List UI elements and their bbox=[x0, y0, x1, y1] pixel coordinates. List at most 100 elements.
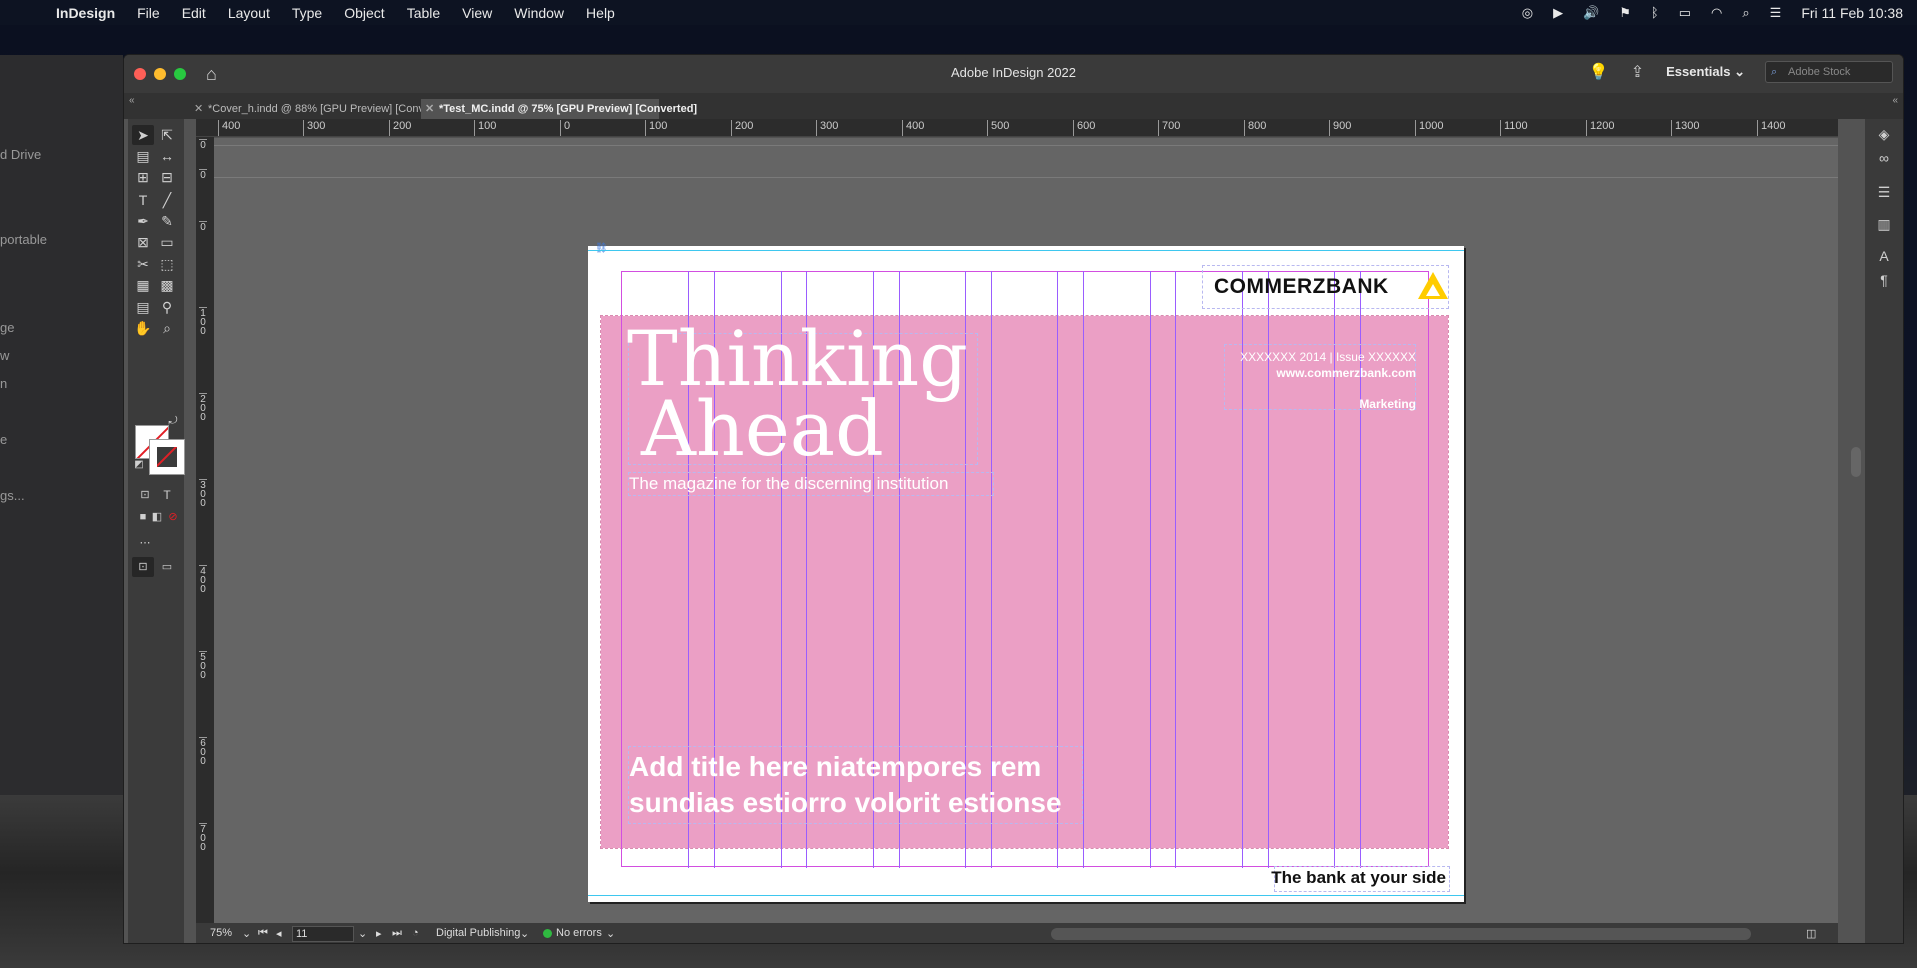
hand-tool-icon[interactable]: ✋ bbox=[132, 318, 154, 338]
type-tool-icon[interactable]: T bbox=[132, 190, 154, 210]
page-tool-icon[interactable]: ▤ bbox=[132, 146, 154, 166]
tab-cover-h[interactable]: ✕ *Cover_h.indd @ 88% [GPU Preview] [Con… bbox=[190, 99, 452, 119]
menu-layout[interactable]: Layout bbox=[228, 5, 270, 21]
frame-grid-icon[interactable]: ⋯ bbox=[134, 533, 156, 553]
sidebar-item[interactable]: d Drive bbox=[0, 147, 41, 162]
vertical-ruler[interactable]: 0 0 0 100 200 300 400 500 600 700 bbox=[196, 137, 214, 923]
maximize-window-button[interactable] bbox=[174, 68, 186, 80]
apply-none-icon[interactable]: ⊘ bbox=[162, 507, 184, 527]
sidebar-item[interactable]: n bbox=[0, 376, 7, 391]
search-icon[interactable]: ⌕ bbox=[1742, 5, 1749, 21]
formatting-text-icon[interactable]: T bbox=[156, 485, 178, 505]
close-window-button[interactable] bbox=[134, 68, 146, 80]
paragraph-icon[interactable]: ¶ bbox=[1875, 271, 1893, 289]
formatting-container-icon[interactable]: ⊡ bbox=[134, 485, 156, 505]
volume-icon[interactable]: 🔊 bbox=[1583, 5, 1599, 21]
direct-selection-tool-icon[interactable]: ⇱ bbox=[156, 125, 178, 145]
preflight-status[interactable]: No errors bbox=[556, 927, 602, 939]
last-page-icon[interactable]: ⏭ bbox=[392, 927, 402, 940]
control-center-icon[interactable]: ☰ bbox=[1770, 5, 1782, 21]
page-chevron-icon[interactable]: ⌄ bbox=[358, 927, 367, 940]
strapline: The bank at your side bbox=[1271, 868, 1446, 887]
swap-fill-stroke-icon[interactable]: ⤾ bbox=[162, 411, 184, 431]
line-tool-icon[interactable]: ╱ bbox=[156, 190, 178, 210]
layers-icon[interactable]: ◈ bbox=[1875, 125, 1893, 143]
share-icon[interactable]: ⇪ bbox=[1631, 62, 1644, 82]
ruler-tick-label: 1400 bbox=[1757, 120, 1785, 136]
content-placer-icon[interactable]: ⊟ bbox=[156, 167, 178, 187]
selection-tool-icon[interactable]: ➤ bbox=[132, 125, 154, 145]
sidebar-item[interactable]: gs... bbox=[0, 488, 25, 503]
play-icon[interactable]: ▶ bbox=[1553, 5, 1563, 21]
menu-edit[interactable]: Edit bbox=[182, 5, 206, 21]
creative-cloud-icon[interactable]: ◎ bbox=[1522, 5, 1533, 21]
flag-icon[interactable]: ⚑ bbox=[1619, 5, 1631, 21]
stroke-swatch[interactable] bbox=[149, 439, 185, 475]
collapse-left-icon[interactable]: « bbox=[129, 95, 135, 106]
normal-view-mode-icon[interactable]: ⊡ bbox=[132, 557, 154, 577]
split-layout-icon[interactable]: ◫ bbox=[1806, 927, 1816, 940]
vertical-scrollbar[interactable] bbox=[1851, 447, 1861, 477]
previous-page-icon[interactable]: ◂ bbox=[276, 927, 282, 940]
document-page[interactable]: ⛓ COMMERZBANK Thinking Ahead The magazin bbox=[588, 243, 1464, 902]
gradient-swatch-tool-icon[interactable]: ▦ bbox=[132, 275, 154, 295]
close-icon[interactable]: ✕ bbox=[194, 99, 203, 119]
adobe-stock-search-input[interactable]: ⌕ Adobe Stock bbox=[1765, 61, 1893, 83]
rectangle-tool-icon[interactable]: ▭ bbox=[156, 232, 178, 252]
tab-label: *Cover_h.indd @ 88% [GPU Preview] [Conve… bbox=[208, 103, 453, 115]
character-icon[interactable]: A bbox=[1875, 247, 1893, 265]
horizontal-scrollbar[interactable] bbox=[1051, 928, 1751, 940]
eyedropper-tool-icon[interactable]: ⚲ bbox=[156, 297, 178, 317]
bluetooth-icon[interactable]: ᛒ bbox=[1651, 5, 1659, 20]
clock[interactable]: Fri 11 Feb 10:38 bbox=[1801, 5, 1903, 21]
scissors-tool-icon[interactable]: ✂ bbox=[132, 254, 154, 274]
menu-file[interactable]: File bbox=[137, 5, 160, 21]
ruler-tick-label: 500 bbox=[987, 120, 1009, 136]
menu-window[interactable]: Window bbox=[514, 5, 564, 21]
menu-help[interactable]: Help bbox=[586, 5, 615, 21]
menu-table[interactable]: Table bbox=[407, 5, 440, 21]
minimize-window-button[interactable] bbox=[154, 68, 166, 80]
horizontal-ruler[interactable]: 400 300 200 100 0 100 200 300 400 500 60… bbox=[196, 119, 1838, 137]
default-fill-stroke-icon[interactable]: ◩ bbox=[128, 455, 150, 475]
gap-tool-icon[interactable]: ↔ bbox=[156, 146, 178, 166]
tab-test-mc[interactable]: ✕ *Test_MC.indd @ 75% [GPU Preview] [Con… bbox=[421, 99, 697, 119]
intent-chevron-icon[interactable]: ⌄ bbox=[520, 927, 529, 940]
page-number-field[interactable]: 11 bbox=[292, 926, 354, 942]
free-transform-tool-icon[interactable]: ⬚ bbox=[156, 254, 178, 274]
pages-icon[interactable]: ▥ bbox=[1875, 215, 1893, 233]
zoom-tool-icon[interactable]: ⌕ bbox=[156, 318, 178, 338]
page-options-icon[interactable]: ◔ bbox=[412, 927, 419, 939]
sidebar-item[interactable]: portable bbox=[0, 232, 47, 247]
sidebar-item[interactable]: w bbox=[0, 348, 9, 363]
first-page-icon[interactable]: ⏮ bbox=[258, 927, 268, 940]
content-collector-icon[interactable]: ⊞ bbox=[132, 167, 154, 187]
menu-type[interactable]: Type bbox=[292, 5, 322, 21]
sidebar-item[interactable]: e bbox=[0, 432, 7, 447]
sidebar-item[interactable]: ge bbox=[0, 320, 14, 335]
pen-tool-icon[interactable]: ✒ bbox=[132, 211, 154, 231]
wifi-icon[interactable]: ◠ bbox=[1711, 5, 1722, 21]
next-page-icon[interactable]: ▸ bbox=[376, 927, 382, 940]
close-icon[interactable]: ✕ bbox=[425, 99, 434, 119]
properties-icon[interactable]: ☰ bbox=[1875, 183, 1893, 201]
menu-object[interactable]: Object bbox=[344, 5, 384, 21]
zoom-level[interactable]: 75% bbox=[210, 927, 232, 939]
note-tool-icon[interactable]: ▤ bbox=[132, 297, 154, 317]
links-icon[interactable]: ∞ bbox=[1875, 149, 1893, 167]
preview-mode-icon[interactable]: ▭ bbox=[156, 557, 178, 577]
gradient-feather-tool-icon[interactable]: ▩ bbox=[156, 275, 178, 295]
workspace-switcher[interactable]: Essentials ⌄ bbox=[1666, 64, 1745, 80]
zoom-chevron-icon[interactable]: ⌄ bbox=[242, 927, 251, 940]
collapse-right-icon[interactable]: « bbox=[1892, 95, 1898, 106]
pencil-tool-icon[interactable]: ✎ bbox=[156, 211, 178, 231]
lightbulb-icon[interactable]: 💡 bbox=[1589, 62, 1609, 82]
cover-headline: Add title here niatempores rem sundias e… bbox=[629, 749, 1062, 821]
menu-view[interactable]: View bbox=[462, 5, 492, 21]
battery-icon[interactable]: ▭ bbox=[1679, 5, 1691, 21]
menu-app[interactable]: InDesign bbox=[56, 5, 115, 21]
home-icon[interactable]: ⌂ bbox=[206, 64, 217, 85]
preflight-chevron-icon[interactable]: ⌄ bbox=[606, 927, 615, 940]
rectangle-frame-tool-icon[interactable]: ⊠ bbox=[132, 232, 154, 252]
document-intent[interactable]: Digital Publishing bbox=[436, 927, 520, 939]
